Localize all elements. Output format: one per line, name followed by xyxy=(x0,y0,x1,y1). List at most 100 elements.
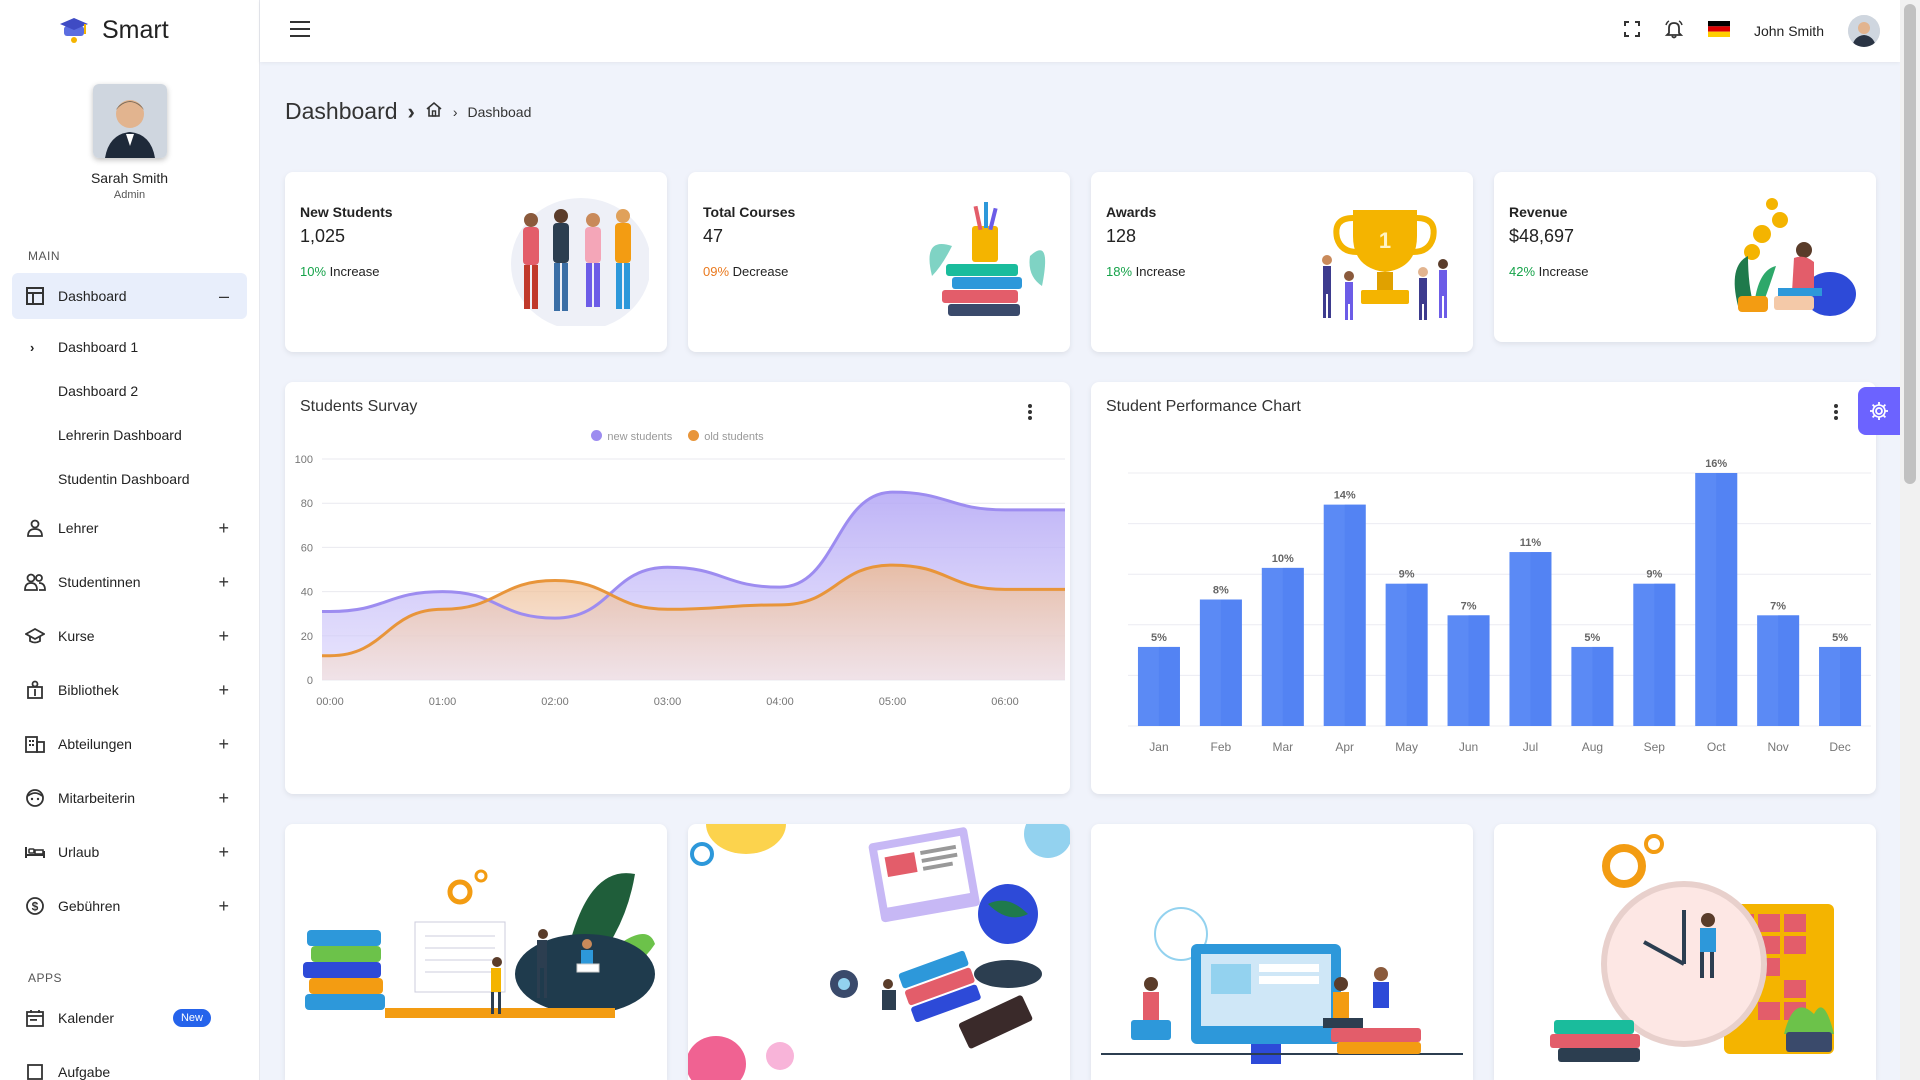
bar-shade xyxy=(1406,583,1428,726)
sidebar-item-dashboard[interactable]: Dashboard – xyxy=(12,273,247,319)
library-icon xyxy=(24,679,46,701)
sidebar-subitem-studentin-dashboard[interactable]: Studentin Dashboard xyxy=(0,457,259,501)
stat-card-new-students: New Students 1,025 10% Increase xyxy=(285,172,667,352)
profile-role: Admin xyxy=(113,189,146,201)
bar-data-label: 8% xyxy=(1213,585,1229,597)
sidebar-item-aufgabe[interactable]: Aufgabe xyxy=(0,1045,259,1080)
stat-change: 42% Increase xyxy=(1509,264,1589,279)
fullscreen-icon[interactable] xyxy=(1623,20,1640,42)
trophy-illustration-icon: 1 xyxy=(1322,210,1448,320)
x-tick-label: 03:00 xyxy=(654,696,682,708)
stat-value: 128 xyxy=(1106,226,1137,246)
sidebar-item-label: Aufgabe xyxy=(58,1064,111,1080)
sidebar-item-kurse[interactable]: Kurse + xyxy=(0,609,259,663)
x-tick-label: 05:00 xyxy=(879,696,907,708)
y-tick-label: 80 xyxy=(301,498,313,510)
bed-icon xyxy=(24,841,46,863)
task-icon xyxy=(24,1061,46,1080)
sidebar-item-label: Bibliothek xyxy=(58,682,119,698)
expand-icon: + xyxy=(218,787,229,808)
sidebar-item-studentinnen[interactable]: Studentinnen + xyxy=(0,555,259,609)
y-tick-label: 20 xyxy=(301,631,313,643)
sidebar-item-kalender[interactable]: Kalender New xyxy=(0,991,259,1045)
x-tick-label: Jan xyxy=(1149,740,1168,754)
new-badge: New xyxy=(172,1009,211,1027)
x-tick-label: Nov xyxy=(1767,740,1788,754)
bar-data-label: 9% xyxy=(1399,569,1415,581)
area-chart: 0 20 40 60 80 100 00:00 01:00 02:00 03:00 04:00 05… xyxy=(295,454,1065,708)
home-icon[interactable] xyxy=(425,101,443,122)
profile: Sarah Smith Admin xyxy=(0,60,259,201)
page-title: Dashboard xyxy=(285,98,398,124)
menu-icon[interactable] xyxy=(290,21,310,37)
profile-name: Sarah Smith xyxy=(90,170,169,186)
sidebar-item-mitarbeiterin[interactable]: Mitarbeiterin + xyxy=(0,771,259,825)
sidebar-subitem-dashboard-2[interactable]: Dashboard 2 xyxy=(0,369,259,413)
bar-data-label: 7% xyxy=(1770,600,1786,612)
stat-card-revenue: Revenue $48,697 42% Increase xyxy=(1494,172,1876,342)
x-tick-label: Oct xyxy=(1707,740,1726,754)
expand-icon: + xyxy=(218,517,229,538)
bar-shade xyxy=(1468,615,1490,726)
time-management-illustration-icon xyxy=(1550,834,1834,1062)
sidebar-item-lehrer[interactable]: Lehrer + xyxy=(0,501,259,555)
students-survey-card: Students Survay new students old student… xyxy=(285,382,1070,794)
y-tick-label: 40 xyxy=(301,587,313,599)
settings-toggle[interactable] xyxy=(1858,387,1900,435)
breadcrumb: Dashboard › › Dashboad xyxy=(285,98,531,125)
illustration-card-classroom xyxy=(1091,824,1473,1080)
page-scrollbar[interactable] xyxy=(1900,0,1920,1080)
scrollbar-thumb[interactable] xyxy=(1904,4,1916,484)
bar-data-label: 11% xyxy=(1520,537,1542,549)
graduation-cap-logo-icon xyxy=(60,18,88,43)
stat-change: 18% Increase xyxy=(1106,264,1186,279)
sidebar-item-bibliothek[interactable]: Bibliothek + xyxy=(0,663,259,717)
x-tick-label: 02:00 xyxy=(541,696,569,708)
header-user-name[interactable]: John Smith xyxy=(1754,23,1824,39)
x-tick-label: May xyxy=(1395,740,1418,754)
bar-data-label: 14% xyxy=(1334,490,1356,502)
y-tick-label: 0 xyxy=(307,675,313,687)
school-cap-icon xyxy=(24,625,46,647)
sidebar-item-label: Lehrer xyxy=(58,520,99,536)
bar-data-label: 9% xyxy=(1646,569,1662,581)
stat-label: Revenue xyxy=(1509,204,1568,220)
sidebar-item-label: Mitarbeiterin xyxy=(58,790,136,806)
notification-bell-icon[interactable] xyxy=(1664,19,1684,44)
bar-data-label: 5% xyxy=(1151,632,1167,644)
person-icon xyxy=(24,517,46,539)
bar-data-label: 5% xyxy=(1832,632,1848,644)
x-tick-label: Dec xyxy=(1829,740,1850,754)
sidebar-item-label: Dashboard xyxy=(58,288,127,304)
bar-data-label: 5% xyxy=(1584,632,1600,644)
german-flag-icon[interactable] xyxy=(1707,20,1730,42)
sidebar-item-label: Kalender xyxy=(58,1010,115,1026)
header-user-avatar[interactable] xyxy=(1848,15,1880,47)
sidebar-subitem-lehrerin-dashboard[interactable]: Lehrerin Dashboard xyxy=(0,413,259,457)
sidebar-item-label: Gebühren xyxy=(58,898,121,914)
breadcrumb-current[interactable]: Dashboad xyxy=(468,104,532,120)
bar-chart: 5% 8% 10% 14% 9% 7% 11% 5% 9% 16% 7% 5% Jan Feb Mar Ap… xyxy=(1128,458,1871,754)
students-illustration-icon xyxy=(511,198,649,326)
sidebar: Smart Sarah Smith Admin MAIN Dashboard –… xyxy=(0,0,260,1080)
collapse-icon: – xyxy=(218,285,229,306)
x-tick-label: Aug xyxy=(1582,740,1603,754)
x-tick-label: Apr xyxy=(1335,740,1354,754)
calendar-icon xyxy=(24,1007,46,1029)
sidebar-subitem-dashboard-1[interactable]: › Dashboard 1 xyxy=(0,325,259,369)
x-tick-label: 06:00 xyxy=(991,696,1019,708)
sidebar-item-urlaub[interactable]: Urlaub + xyxy=(0,825,259,879)
expand-icon: + xyxy=(218,679,229,700)
bar-shade xyxy=(1530,552,1552,726)
building-icon xyxy=(24,733,46,755)
study-books-illustration-icon xyxy=(303,869,655,1018)
sidebar-item-gebuehren[interactable]: $ Gebühren + xyxy=(0,879,259,933)
profile-avatar[interactable] xyxy=(92,84,167,158)
expand-icon: + xyxy=(218,895,229,916)
stat-label: Awards xyxy=(1106,204,1157,220)
brand[interactable]: Smart xyxy=(0,0,259,60)
gear-icon xyxy=(1870,402,1888,420)
sidebar-item-abteilungen[interactable]: Abteilungen + xyxy=(0,717,259,771)
sidebar-subitem-label: Studentin Dashboard xyxy=(58,471,190,487)
bar-shade xyxy=(1282,567,1304,726)
